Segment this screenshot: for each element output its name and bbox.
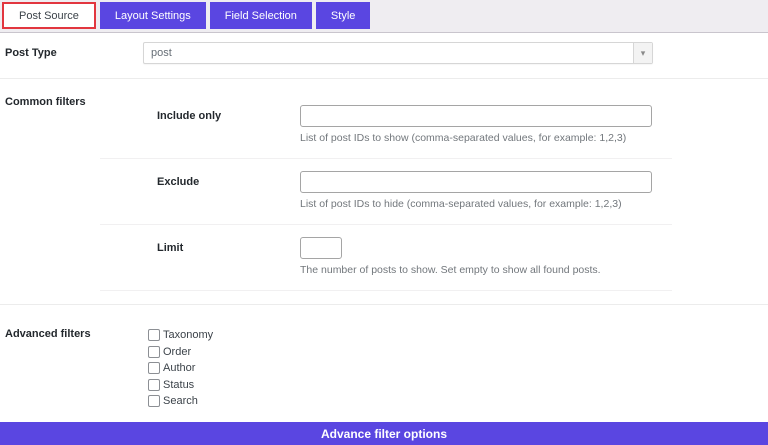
limit-group: Limit The number of posts to show. Set e…: [148, 225, 768, 276]
advanced-filters-label: Advanced filters: [5, 328, 91, 340]
advanced-filters-section: Advanced filters Taxonomy Order Author S…: [0, 305, 768, 410]
checkbox-row-taxonomy[interactable]: Taxonomy: [148, 327, 768, 344]
tab-bar: Post Source Layout Settings Field Select…: [0, 0, 768, 33]
chevron-down-icon: ▾: [633, 43, 652, 63]
exclude-group: Exclude List of post IDs to hide (comma-…: [148, 159, 768, 210]
status-checkbox[interactable]: [148, 378, 160, 391]
limit-label: Limit: [157, 242, 184, 254]
tab-layout-settings[interactable]: Layout Settings: [99, 2, 206, 29]
tab-label: Layout Settings: [114, 9, 191, 22]
order-checkbox-label: Order: [163, 345, 192, 358]
common-filters-section: Common filters Include only List of post…: [0, 79, 768, 291]
settings-panel: Post Source Layout Settings Field Select…: [0, 0, 768, 445]
include-only-input[interactable]: [300, 105, 652, 127]
tab-label: Post Source: [19, 9, 79, 22]
search-checkbox[interactable]: [148, 395, 160, 408]
advanced-filters-options: Taxonomy Order Author Status Search: [148, 325, 768, 410]
exclude-help: List of post IDs to hide (comma-separate…: [300, 198, 622, 210]
status-checkbox-label: Status: [163, 378, 195, 391]
tab-field-selection[interactable]: Field Selection: [209, 2, 312, 29]
limit-help: The number of posts to show. Set empty t…: [300, 264, 601, 276]
order-checkbox[interactable]: [148, 345, 160, 358]
post-type-selected-value: post: [151, 47, 172, 59]
checkbox-row-search[interactable]: Search: [148, 393, 768, 410]
advance-filter-options-button[interactable]: Advance filter options: [0, 422, 768, 445]
post-type-row: Post Type post ▾: [0, 42, 768, 64]
tab-style[interactable]: Style: [315, 2, 371, 29]
checkbox-row-order[interactable]: Order: [148, 344, 768, 361]
exclude-input[interactable]: [300, 171, 652, 193]
include-only-group: Include only List of post IDs to show (c…: [148, 93, 768, 144]
common-filters-label: Common filters: [5, 96, 86, 108]
include-only-label: Include only: [157, 110, 222, 122]
tab-label: Style: [330, 9, 356, 22]
tab-post-source[interactable]: Post Source: [2, 2, 96, 29]
author-checkbox-label: Author: [163, 362, 196, 375]
checkbox-row-author[interactable]: Author: [148, 360, 768, 377]
include-only-help: List of post IDs to show (comma-separate…: [300, 132, 627, 144]
post-type-label: Post Type: [5, 47, 57, 59]
author-checkbox[interactable]: [148, 362, 160, 375]
tab-label: Field Selection: [224, 9, 297, 22]
exclude-label: Exclude: [157, 176, 200, 188]
limit-input[interactable]: [300, 237, 342, 259]
advance-filter-options-label: Advance filter options: [320, 426, 448, 441]
taxonomy-checkbox[interactable]: [148, 329, 160, 342]
post-type-select[interactable]: post ▾: [143, 42, 653, 64]
search-checkbox-label: Search: [163, 395, 198, 408]
field-divider: [100, 290, 672, 291]
taxonomy-checkbox-label: Taxonomy: [163, 329, 214, 342]
checkbox-row-status[interactable]: Status: [148, 377, 768, 394]
